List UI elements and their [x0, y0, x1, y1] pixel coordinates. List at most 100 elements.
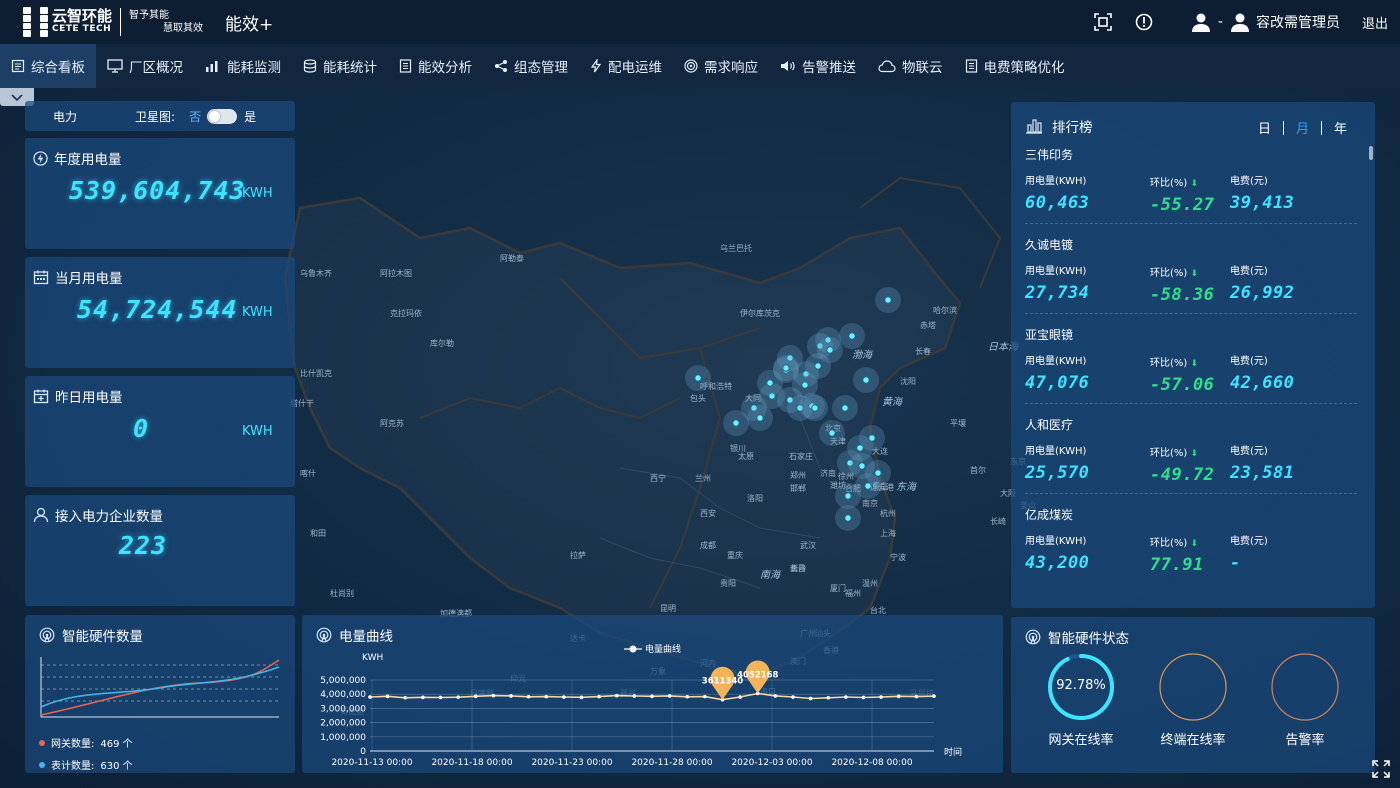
logo-divider [120, 8, 122, 36]
logo-name-cn: 云智环能 [52, 7, 113, 26]
brand-logo[interactable]: 云智环能 CETE TECH [14, 7, 112, 37]
info-icon[interactable] [1135, 13, 1153, 31]
hardware-count-title: 智能硬件数量 [62, 629, 143, 645]
annotation-label: 4052168 [737, 670, 778, 680]
calendar-icon [33, 269, 49, 285]
ranking-item[interactable]: 亚宝眼镜 用电量(KWH) 47,076 环比(%) ⬇ -57.06 电费(元) 42,6… [1025, 326, 1357, 404]
nav-item-3[interactable]: 能耗统计 [292, 44, 388, 88]
data-point [703, 694, 707, 699]
site-marker [732, 419, 740, 427]
ratio-value: -49.72 [1150, 465, 1215, 485]
document-icon [965, 59, 978, 73]
usage-header: 用电量(KWH) [1025, 266, 1087, 277]
nav-item-4[interactable]: 能效分析 [388, 44, 483, 88]
data-point [597, 694, 601, 699]
arrow-down-icon: ⬇ [1190, 449, 1199, 459]
ranking-panel: 排行榜 日 月 年 三伟印务 用电量(KWH) 60,463 环比(%) ⬇ -55.27 电… [1011, 102, 1375, 608]
document-icon [399, 59, 412, 73]
hardware-trend-chart [40, 657, 280, 718]
site-marker [811, 404, 819, 412]
terminal-online-label: 终端在线率 [1160, 733, 1226, 748]
person-icon [33, 507, 49, 523]
ratio-header: 环比(%) [1150, 358, 1188, 369]
period-tab-0[interactable]: 日 [1258, 118, 1271, 137]
nav-item-label: 告警推送 [802, 60, 856, 76]
satellite-toggle[interactable] [207, 108, 238, 124]
nav-item-8[interactable]: 告警推送 [769, 44, 867, 88]
data-point [562, 695, 566, 699]
fee-header: 电费(元) [1230, 266, 1268, 277]
period-tab-1[interactable]: 月 [1296, 118, 1309, 137]
nav-item-label: 厂区概况 [129, 60, 183, 76]
company-name: 人和医疗 [1025, 418, 1074, 432]
data-point [526, 694, 531, 699]
nav-item-10[interactable]: 电费策略优化 [954, 44, 1076, 88]
user-avatar-icon[interactable] [1191, 12, 1211, 32]
arrow-down-icon: ⬇ [1190, 179, 1199, 189]
x-axis-label: 时间 [944, 746, 962, 758]
energy-type-select[interactable]: 电力 [53, 108, 77, 125]
nav-item-7[interactable]: 需求响应 [673, 44, 769, 88]
site-marker [874, 469, 882, 477]
kpi-annual-card: 年度用电量 539,604,743 KWH [25, 138, 295, 249]
fullscreen-icon[interactable] [1371, 759, 1391, 783]
data-point [456, 695, 460, 699]
site-marker [694, 374, 702, 382]
hardware-count-panel: 智能硬件数量 网关数量: 469 个 表计数量: 630 个 [25, 615, 295, 773]
data-point [808, 696, 813, 701]
y-axis-label: KWH [362, 653, 383, 663]
nav-item-label: 能效分析 [418, 60, 472, 76]
nav-item-label: 能耗统计 [323, 60, 377, 76]
nav-item-label: 物联云 [902, 60, 943, 76]
ranking-item[interactable]: 三伟印务 用电量(KWH) 60,463 环比(%) ⬇ -55.27 电费(元) 39,4… [1025, 146, 1357, 224]
y-tick-label: 4,000,000 [320, 690, 366, 700]
main-nav: 综合看板 厂区概况 能耗监测 能耗统计 能效分析 组态管理 配电运维 需求响应 告警推送 物联云 电… [0, 44, 1400, 88]
logo-name-en: CETE TECH [52, 24, 112, 35]
site-marker [756, 414, 764, 422]
ranking-scrollbar[interactable] [1369, 146, 1373, 160]
user-separator: - [1217, 14, 1223, 30]
data-point [403, 695, 408, 700]
slogan-line-1: 智予其能 [129, 10, 170, 21]
list-icon [11, 59, 25, 73]
legend-marker [629, 645, 637, 653]
arrow-down-icon: ⬇ [1190, 269, 1199, 279]
nav-item-label: 需求响应 [704, 60, 758, 76]
satellite-label: 卫星图: [135, 109, 176, 124]
logo-mark-icon [14, 7, 48, 37]
slogan-line-2: 慧取其效 [163, 23, 204, 34]
nav-item-0[interactable]: 综合看板 [0, 44, 96, 88]
row-divider [1025, 313, 1357, 314]
power-curve-chart[interactable]: 0 1,000,000 2,000,000 3,000,000 4,000,000 5,0… [302, 615, 1003, 773]
target-icon [684, 59, 698, 73]
y-tick-label: 2,000,000 [320, 719, 366, 729]
logout-button[interactable]: 退出 [1362, 13, 1388, 32]
nav-item-5[interactable]: 组态管理 [483, 44, 579, 88]
data-point [667, 694, 672, 698]
scan-icon[interactable] [1093, 12, 1113, 32]
data-point [385, 694, 390, 699]
usage-value: 43,200 [1025, 553, 1090, 573]
nav-item-9[interactable]: 物联云 [867, 44, 954, 88]
ranking-item[interactable]: 亿成煤炭 用电量(KWH) 43,200 环比(%) ⬇ 77.91 电费(元) - [1025, 506, 1357, 575]
legend-label: 电量曲线 [645, 643, 681, 655]
alarm-rate-ring [1271, 653, 1339, 721]
slogan: 智予其能 慧取其效 [129, 9, 203, 35]
top-bar: 云智环能 CETE TECH 智予其能 慧取其效 能效+ - 容改需管理员 退出 [0, 0, 1400, 44]
period-tab-2[interactable]: 年 [1334, 118, 1347, 137]
data-point [896, 694, 901, 699]
nav-item-1[interactable]: 厂区概况 [96, 44, 194, 88]
kpi-companies-value: 223 [119, 531, 168, 560]
nav-item-2[interactable]: 能耗监测 [194, 44, 292, 88]
company-name: 亚宝眼镜 [1025, 328, 1074, 342]
ranking-item[interactable]: 久诚电镀 用电量(KWH) 27,734 环比(%) ⬇ -58.36 电费(元) 26,9… [1025, 236, 1357, 314]
ranking-item[interactable]: 人和医疗 用电量(KWH) 25,570 环比(%) ⬇ -49.72 电费(元) 23,5… [1025, 416, 1357, 494]
nav-item-6[interactable]: 配电运维 [579, 44, 673, 88]
user-name[interactable]: 容改需管理员 [1256, 12, 1340, 32]
app-title: 能效+ [225, 14, 274, 35]
usage-value: 47,076 [1025, 373, 1090, 393]
nav-item-label: 综合看板 [31, 60, 85, 76]
ranking-title: 排行榜 [1052, 120, 1093, 136]
site-marker [782, 364, 790, 372]
meter-count-label: 表计数量: [51, 761, 95, 772]
